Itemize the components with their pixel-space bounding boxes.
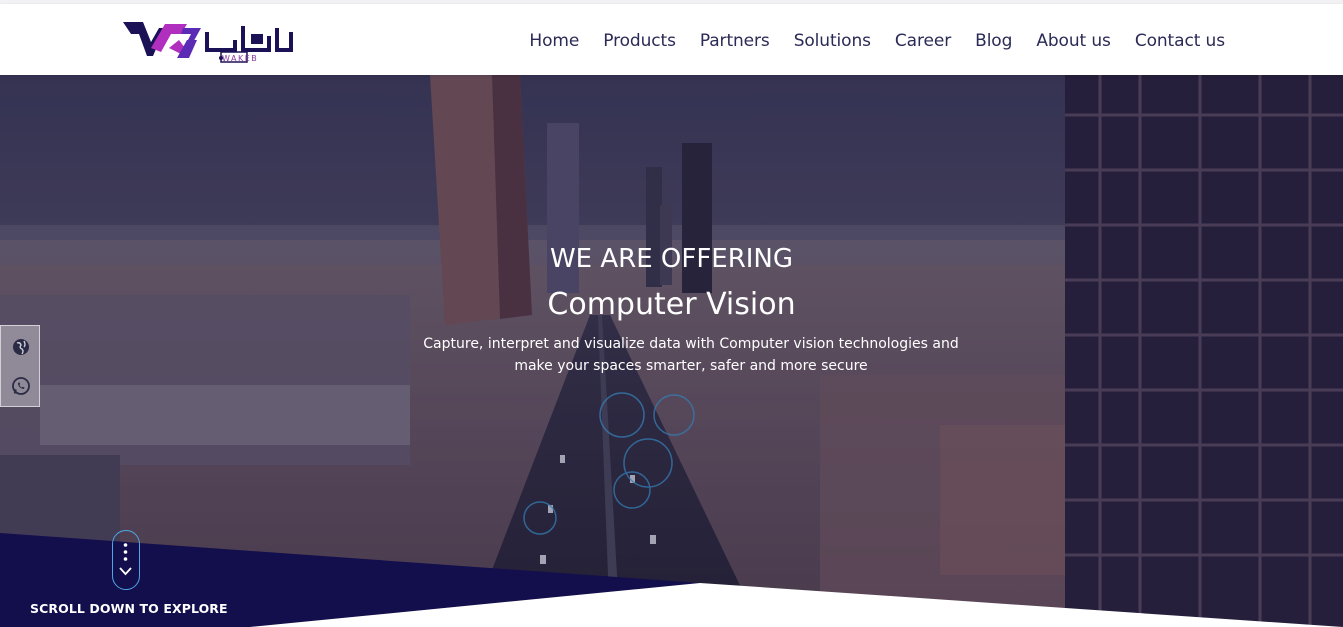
wakeb-logo-mark (123, 22, 293, 63)
nav-about-us[interactable]: About us (1036, 29, 1111, 53)
hero-title: Computer Vision (547, 287, 796, 322)
whatsapp-icon[interactable] (11, 376, 31, 396)
scroll-down-label: SCROLL DOWN TO EXPLORE (30, 601, 228, 616)
chevron-down-icon (119, 543, 132, 576)
main-nav: Home Products Partners Solutions Career … (505, 29, 1225, 53)
nav-products[interactable]: Products (603, 29, 676, 53)
nav-contact-us[interactable]: Contact us (1135, 29, 1225, 53)
wakeb-logo[interactable] (121, 18, 296, 66)
scroll-down-button[interactable] (112, 530, 140, 590)
site-header: WAKEB Home Products Partners Solutions C… (0, 4, 1343, 75)
nav-home[interactable]: Home (529, 29, 579, 53)
nav-solutions[interactable]: Solutions (794, 29, 871, 53)
nav-career[interactable]: Career (895, 29, 951, 53)
nav-partners[interactable]: Partners (700, 29, 770, 53)
hero-description: Capture, interpret and visualize data wi… (423, 336, 959, 374)
nav-blog[interactable]: Blog (975, 29, 1012, 53)
hero-section: WE ARE OFFERING Computer Vision Capture,… (0, 75, 1343, 627)
globe-icon[interactable] (11, 337, 31, 357)
logo-wordmark: WAKEB (222, 54, 259, 63)
hero-subtitle: WE ARE OFFERING (549, 244, 794, 274)
side-social-bar (0, 325, 40, 407)
